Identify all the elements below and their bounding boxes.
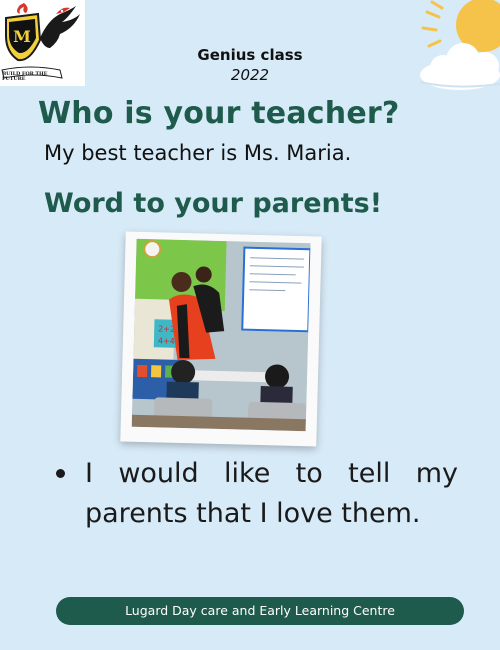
teacher-question-heading: Who is your teacher? [38, 96, 400, 131]
svg-text:4+4: 4+4 [158, 336, 175, 345]
classroom-photo: 2+2 4+4 [131, 238, 311, 432]
parents-question-heading: Word to your parents! [44, 188, 383, 219]
photo-frame: 2+2 4+4 [120, 231, 322, 447]
svg-text:M: M [13, 27, 31, 46]
bullet-icon [56, 469, 65, 478]
class-year: 2022 [230, 66, 270, 84]
teacher-answer: My best teacher is Ms. Maria. [44, 141, 352, 165]
message-list-item: I would like to tell my parents that I l… [56, 454, 458, 534]
school-name-banner: Lugard Day care and Early Learning Centr… [56, 597, 464, 625]
class-name: Genius class [197, 46, 303, 64]
message-text: I would like to tell my parents that I l… [85, 458, 458, 529]
